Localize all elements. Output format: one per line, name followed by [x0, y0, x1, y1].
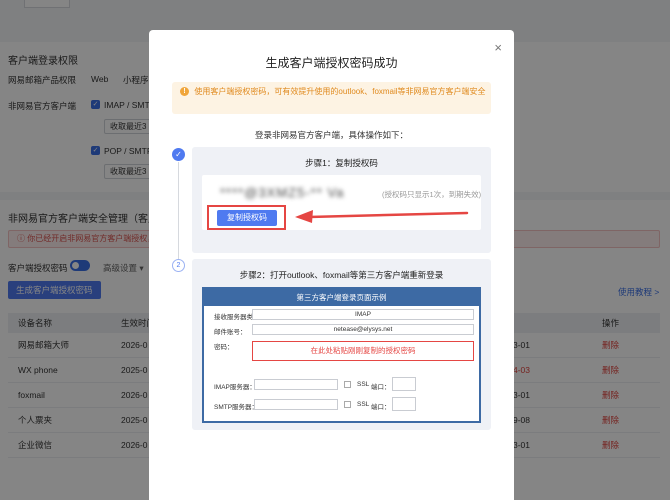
imap-port-label: 端口： — [371, 384, 391, 391]
imap-port-field — [392, 377, 416, 391]
auth-code-value: ****@3XMZ5-** Va — [220, 185, 345, 200]
smtp-ssl-label: SSL — [357, 401, 370, 408]
password-label: 密码： — [214, 344, 234, 351]
close-icon[interactable]: × — [494, 40, 502, 55]
password-box: ****@3XMZ5-** Va (授权码只显示1次，到期失效) 复制授权码 — [202, 175, 481, 230]
imap-ssl-label: SSL — [357, 381, 370, 388]
warning-icon: ! — [180, 87, 189, 96]
warning-text: 使用客户端授权密码，可有效提升使用的outlook、foxmail等非网易官方客… — [194, 87, 486, 96]
smtp-port-field — [392, 397, 416, 411]
smtp-ssl-checkbox — [344, 401, 351, 408]
copy-highlight-frame: 复制授权码 — [207, 205, 286, 230]
modal-title: 生成客户端授权密码成功 — [265, 56, 398, 70]
step2-number: 2 — [172, 259, 185, 272]
timeline-line — [178, 162, 179, 262]
smtp-port-label: 端口： — [371, 404, 391, 411]
auth-code-modal: 生成客户端授权密码成功 × ! 使用客户端授权密码，可有效提升使用的outloo… — [149, 30, 514, 500]
auth-code-hint: (授权码只显示1次，到期失效) — [382, 190, 482, 199]
warning-banner: ! 使用客户端授权密码，可有效提升使用的outlook、foxmail等非网易官… — [172, 82, 491, 114]
demo-header: 第三方客户端登录页面示例 — [204, 289, 479, 306]
account-field: netease@elysys.net — [252, 324, 474, 335]
client-login-demo: 第三方客户端登录页面示例 接收服务器类型： IMAP 邮件账号： netease… — [202, 287, 481, 423]
imap-server-label: IMAP服务器： — [214, 384, 256, 391]
imap-server-field — [254, 379, 338, 390]
step2-title: 步骤2：打开outlook、foxmail等第三方客户端重新登录 — [239, 270, 444, 280]
smtp-server-field — [254, 399, 338, 410]
imap-ssl-checkbox — [344, 381, 351, 388]
smtp-server-label: SMTP服务器： — [214, 404, 259, 411]
step1-check-icon: ✓ — [172, 148, 185, 161]
password-paste-field: 在此处粘贴刚刚复制的授权密码 — [252, 341, 474, 361]
arrow-icon — [295, 210, 469, 223]
account-label: 邮件账号： — [214, 329, 247, 336]
server-type-field: IMAP — [252, 309, 474, 320]
step2-panel: 步骤2：打开outlook、foxmail等第三方客户端重新登录 第三方客户端登… — [192, 259, 491, 430]
step1-panel: 步骤1：复制授权码 ****@3XMZ5-** Va (授权码只显示1次，到期失… — [192, 147, 491, 253]
intro-text: 登录非网易官方客户端，具体操作如下： — [254, 130, 408, 140]
copy-auth-code-button[interactable]: 复制授权码 — [217, 210, 277, 226]
step1-title: 步骤1：复制授权码 — [305, 158, 378, 168]
